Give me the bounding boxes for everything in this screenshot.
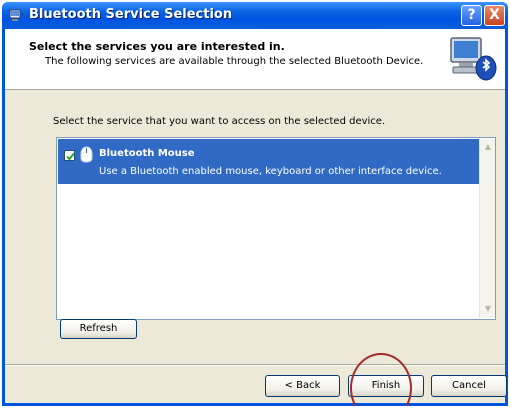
service-description: Use a Bluetooth enabled mouse, keyboard … xyxy=(99,166,442,177)
footer-divider xyxy=(5,364,505,366)
list-item[interactable]: Bluetooth Mouse Use a Bluetooth enabled … xyxy=(58,139,479,184)
bluetooth-computer-icon xyxy=(445,34,497,84)
title-bar[interactable]: Bluetooth Service Selection ? X xyxy=(2,2,508,29)
back-button[interactable]: < Back xyxy=(265,375,340,397)
instruction-text: Select the service that you want to acce… xyxy=(53,116,386,127)
dialog-body: Select the services you are interested i… xyxy=(5,29,507,406)
wizard-header: Select the services you are interested i… xyxy=(5,29,505,90)
header-title: Select the services you are interested i… xyxy=(29,40,285,53)
finish-button[interactable]: Finish xyxy=(348,375,424,397)
window-title: Bluetooth Service Selection xyxy=(29,7,233,22)
service-name: Bluetooth Mouse xyxy=(99,148,195,159)
close-button[interactable]: X xyxy=(484,5,505,26)
help-button[interactable]: ? xyxy=(461,5,482,26)
services-list[interactable]: Bluetooth Mouse Use a Bluetooth enabled … xyxy=(56,137,496,320)
scroll-up-arrow-icon[interactable]: ▲ xyxy=(481,140,495,154)
scroll-down-arrow-icon[interactable]: ▼ xyxy=(481,302,495,316)
bluetooth-wizard-icon xyxy=(9,8,25,23)
header-subtitle: The following services are available thr… xyxy=(45,56,424,67)
refresh-button[interactable]: Refresh xyxy=(60,319,137,339)
mouse-icon xyxy=(80,146,93,163)
list-scrollbar[interactable]: ▲ ▼ xyxy=(479,139,495,318)
bluetooth-service-selection-window: Bluetooth Service Selection ? X Select t… xyxy=(2,2,508,406)
cancel-button[interactable]: Cancel xyxy=(431,375,507,397)
service-checkbox[interactable] xyxy=(64,150,75,161)
